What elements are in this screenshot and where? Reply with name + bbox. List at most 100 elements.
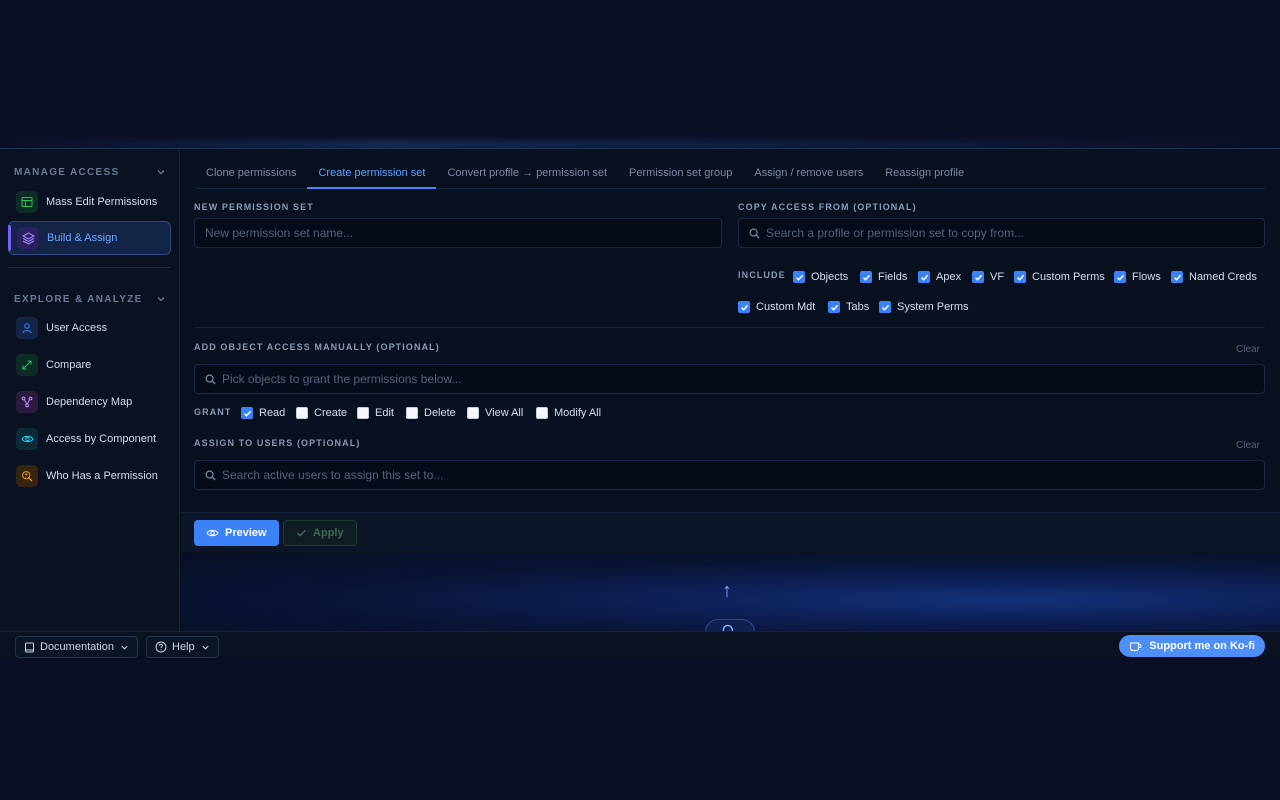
graph-icon bbox=[16, 391, 38, 413]
grant-create-checkbox[interactable]: Create bbox=[296, 406, 347, 420]
grant-label: GRANT bbox=[194, 407, 232, 417]
sidebar-item-label: Build & Assign bbox=[47, 232, 118, 244]
tab-clone-permissions[interactable]: Clone permissions bbox=[195, 161, 307, 189]
sidebar: MANAGE ACCESS Mass Edit Permissions Buil… bbox=[0, 149, 180, 631]
search-icon bbox=[722, 624, 733, 631]
manage-access-section-header[interactable]: MANAGE ACCESS bbox=[14, 164, 166, 180]
include-apex-checkbox[interactable]: Apex bbox=[918, 270, 961, 284]
input-placeholder: Pick objects to grant the permissions be… bbox=[222, 372, 462, 386]
clear-users-link[interactable]: Clear bbox=[1236, 440, 1260, 451]
checkbox-label: View All bbox=[485, 407, 524, 419]
sidebar-item-user-access[interactable]: User Access bbox=[8, 311, 171, 345]
grant-delete-checkbox[interactable]: Delete bbox=[406, 406, 456, 420]
bottom-bar: Documentation Help Support me on Ko-fi bbox=[0, 631, 1280, 658]
sidebar-item-label: User Access bbox=[46, 322, 108, 334]
chevron-down-icon bbox=[157, 297, 165, 302]
checkbox-label: Edit bbox=[375, 407, 394, 419]
include-vf-checkbox[interactable]: VF bbox=[972, 270, 1004, 284]
compare-arrows-icon bbox=[16, 354, 38, 376]
tab-assign-remove-users[interactable]: Assign / remove users bbox=[743, 161, 874, 189]
input-placeholder: New permission set name... bbox=[205, 226, 354, 240]
sidebar-item-label: Mass Edit Permissions bbox=[46, 196, 158, 208]
sidebar-item-label: Compare bbox=[46, 359, 92, 371]
sidebar-item-mass-edit[interactable]: Mass Edit Permissions bbox=[8, 185, 171, 219]
copy-access-label: COPY ACCESS FROM (OPTIONAL) bbox=[738, 202, 917, 212]
object-search-input[interactable]: Pick objects to grant the permissions be… bbox=[194, 364, 1265, 394]
tab-convert-profile[interactable]: Convert profile → permission set bbox=[436, 161, 618, 189]
sidebar-item-access-by-component[interactable]: Access by Component bbox=[8, 422, 171, 456]
scroll-handle[interactable] bbox=[705, 619, 755, 631]
checkbox-unchecked-icon bbox=[296, 407, 308, 419]
include-fields-checkbox[interactable]: Fields bbox=[860, 270, 907, 284]
book-icon bbox=[25, 642, 34, 652]
checkbox-checked-icon bbox=[1171, 271, 1183, 283]
kofi-support-button[interactable]: Support me on Ko-fi bbox=[1119, 635, 1265, 657]
sidebar-item-build-assign[interactable]: Build & Assign bbox=[8, 221, 171, 255]
main-panel: Clone permissions Create permission set … bbox=[181, 149, 1280, 631]
section-divider bbox=[194, 327, 1265, 328]
checkbox-checked-icon bbox=[1014, 271, 1026, 283]
checkbox-label: Custom Mdt bbox=[756, 301, 816, 313]
results-area: ↑ bbox=[181, 553, 1280, 631]
grant-read-checkbox[interactable]: Read bbox=[241, 406, 285, 420]
grant-modify-all-checkbox[interactable]: Modify All bbox=[536, 406, 601, 420]
sidebar-item-who-has-permission[interactable]: Who Has a Permission bbox=[8, 459, 171, 493]
checkbox-label: Objects bbox=[811, 271, 849, 283]
user-icon bbox=[16, 317, 38, 339]
checkbox-label: Read bbox=[259, 407, 286, 419]
grant-edit-checkbox[interactable]: Edit bbox=[357, 406, 394, 420]
checkbox-checked-icon bbox=[860, 271, 872, 283]
checkbox-label: System Perms bbox=[897, 301, 969, 313]
checkbox-label: Modify All bbox=[554, 407, 602, 419]
explore-section-header[interactable]: EXPLORE & ANALYZE bbox=[14, 291, 166, 307]
tab-reassign-profile[interactable]: Reassign profile bbox=[874, 161, 975, 189]
checkbox-unchecked-icon bbox=[406, 407, 418, 419]
table-icon bbox=[16, 191, 38, 213]
eye-icon bbox=[206, 529, 219, 537]
search-icon bbox=[749, 228, 760, 239]
preview-button[interactable]: Preview bbox=[194, 520, 279, 546]
include-system-perms-checkbox[interactable]: System Perms bbox=[879, 300, 969, 314]
checkbox-checked-icon bbox=[738, 301, 750, 313]
checkbox-unchecked-icon bbox=[536, 407, 548, 419]
help-button[interactable]: Help bbox=[146, 636, 219, 658]
button-label: Help bbox=[172, 641, 195, 653]
include-custom-perms-checkbox[interactable]: Custom Perms bbox=[1014, 270, 1105, 284]
permission-set-name-input[interactable]: New permission set name... bbox=[194, 218, 722, 248]
include-flows-checkbox[interactable]: Flows bbox=[1114, 270, 1161, 284]
tab-create-permission-set[interactable]: Create permission set bbox=[307, 161, 437, 189]
checkbox-checked-icon bbox=[918, 271, 930, 283]
sidebar-item-label: Dependency Map bbox=[46, 396, 133, 408]
search-icon bbox=[205, 374, 216, 385]
include-custom-mdt-checkbox[interactable]: Custom Mdt bbox=[738, 300, 815, 314]
sidebar-item-dependency-map[interactable]: Dependency Map bbox=[8, 385, 171, 419]
section-title: MANAGE ACCESS bbox=[14, 166, 120, 178]
checkbox-checked-icon bbox=[972, 271, 984, 283]
checkbox-unchecked-icon bbox=[357, 407, 369, 419]
copy-access-search-input[interactable]: Search a profile or permission set to co… bbox=[738, 218, 1265, 248]
chevron-down-icon bbox=[202, 645, 209, 650]
tab-permission-set-group[interactable]: Permission set group bbox=[618, 161, 743, 189]
clear-objects-link[interactable]: Clear bbox=[1236, 344, 1260, 355]
apply-button[interactable]: Apply bbox=[283, 520, 357, 546]
grant-view-all-checkbox[interactable]: View All bbox=[467, 406, 523, 420]
include-named-creds-checkbox[interactable]: Named Creds bbox=[1171, 270, 1257, 284]
checkbox-checked-icon bbox=[793, 271, 805, 283]
checkbox-label: Custom Perms bbox=[1032, 271, 1105, 283]
coffee-cup-icon bbox=[1130, 642, 1142, 651]
include-objects-checkbox[interactable]: Objects bbox=[793, 270, 848, 284]
checkbox-unchecked-icon bbox=[467, 407, 479, 419]
tab-bar: Clone permissions Create permission set … bbox=[195, 161, 1265, 189]
documentation-button[interactable]: Documentation bbox=[15, 636, 138, 658]
sidebar-item-compare[interactable]: Compare bbox=[8, 348, 171, 382]
sidebar-item-label: Who Has a Permission bbox=[46, 470, 158, 482]
chevron-down-icon bbox=[157, 170, 165, 175]
checkbox-label: Delete bbox=[424, 407, 456, 419]
button-label: Support me on Ko-fi bbox=[1149, 640, 1255, 652]
checkbox-label: Flows bbox=[1132, 271, 1161, 283]
checkbox-label: Apex bbox=[936, 271, 962, 283]
include-label: INCLUDE bbox=[738, 270, 786, 280]
user-search-input[interactable]: Search active users to assign this set t… bbox=[194, 460, 1265, 490]
button-label: Preview bbox=[225, 527, 267, 539]
include-tabs-checkbox[interactable]: Tabs bbox=[828, 300, 869, 314]
